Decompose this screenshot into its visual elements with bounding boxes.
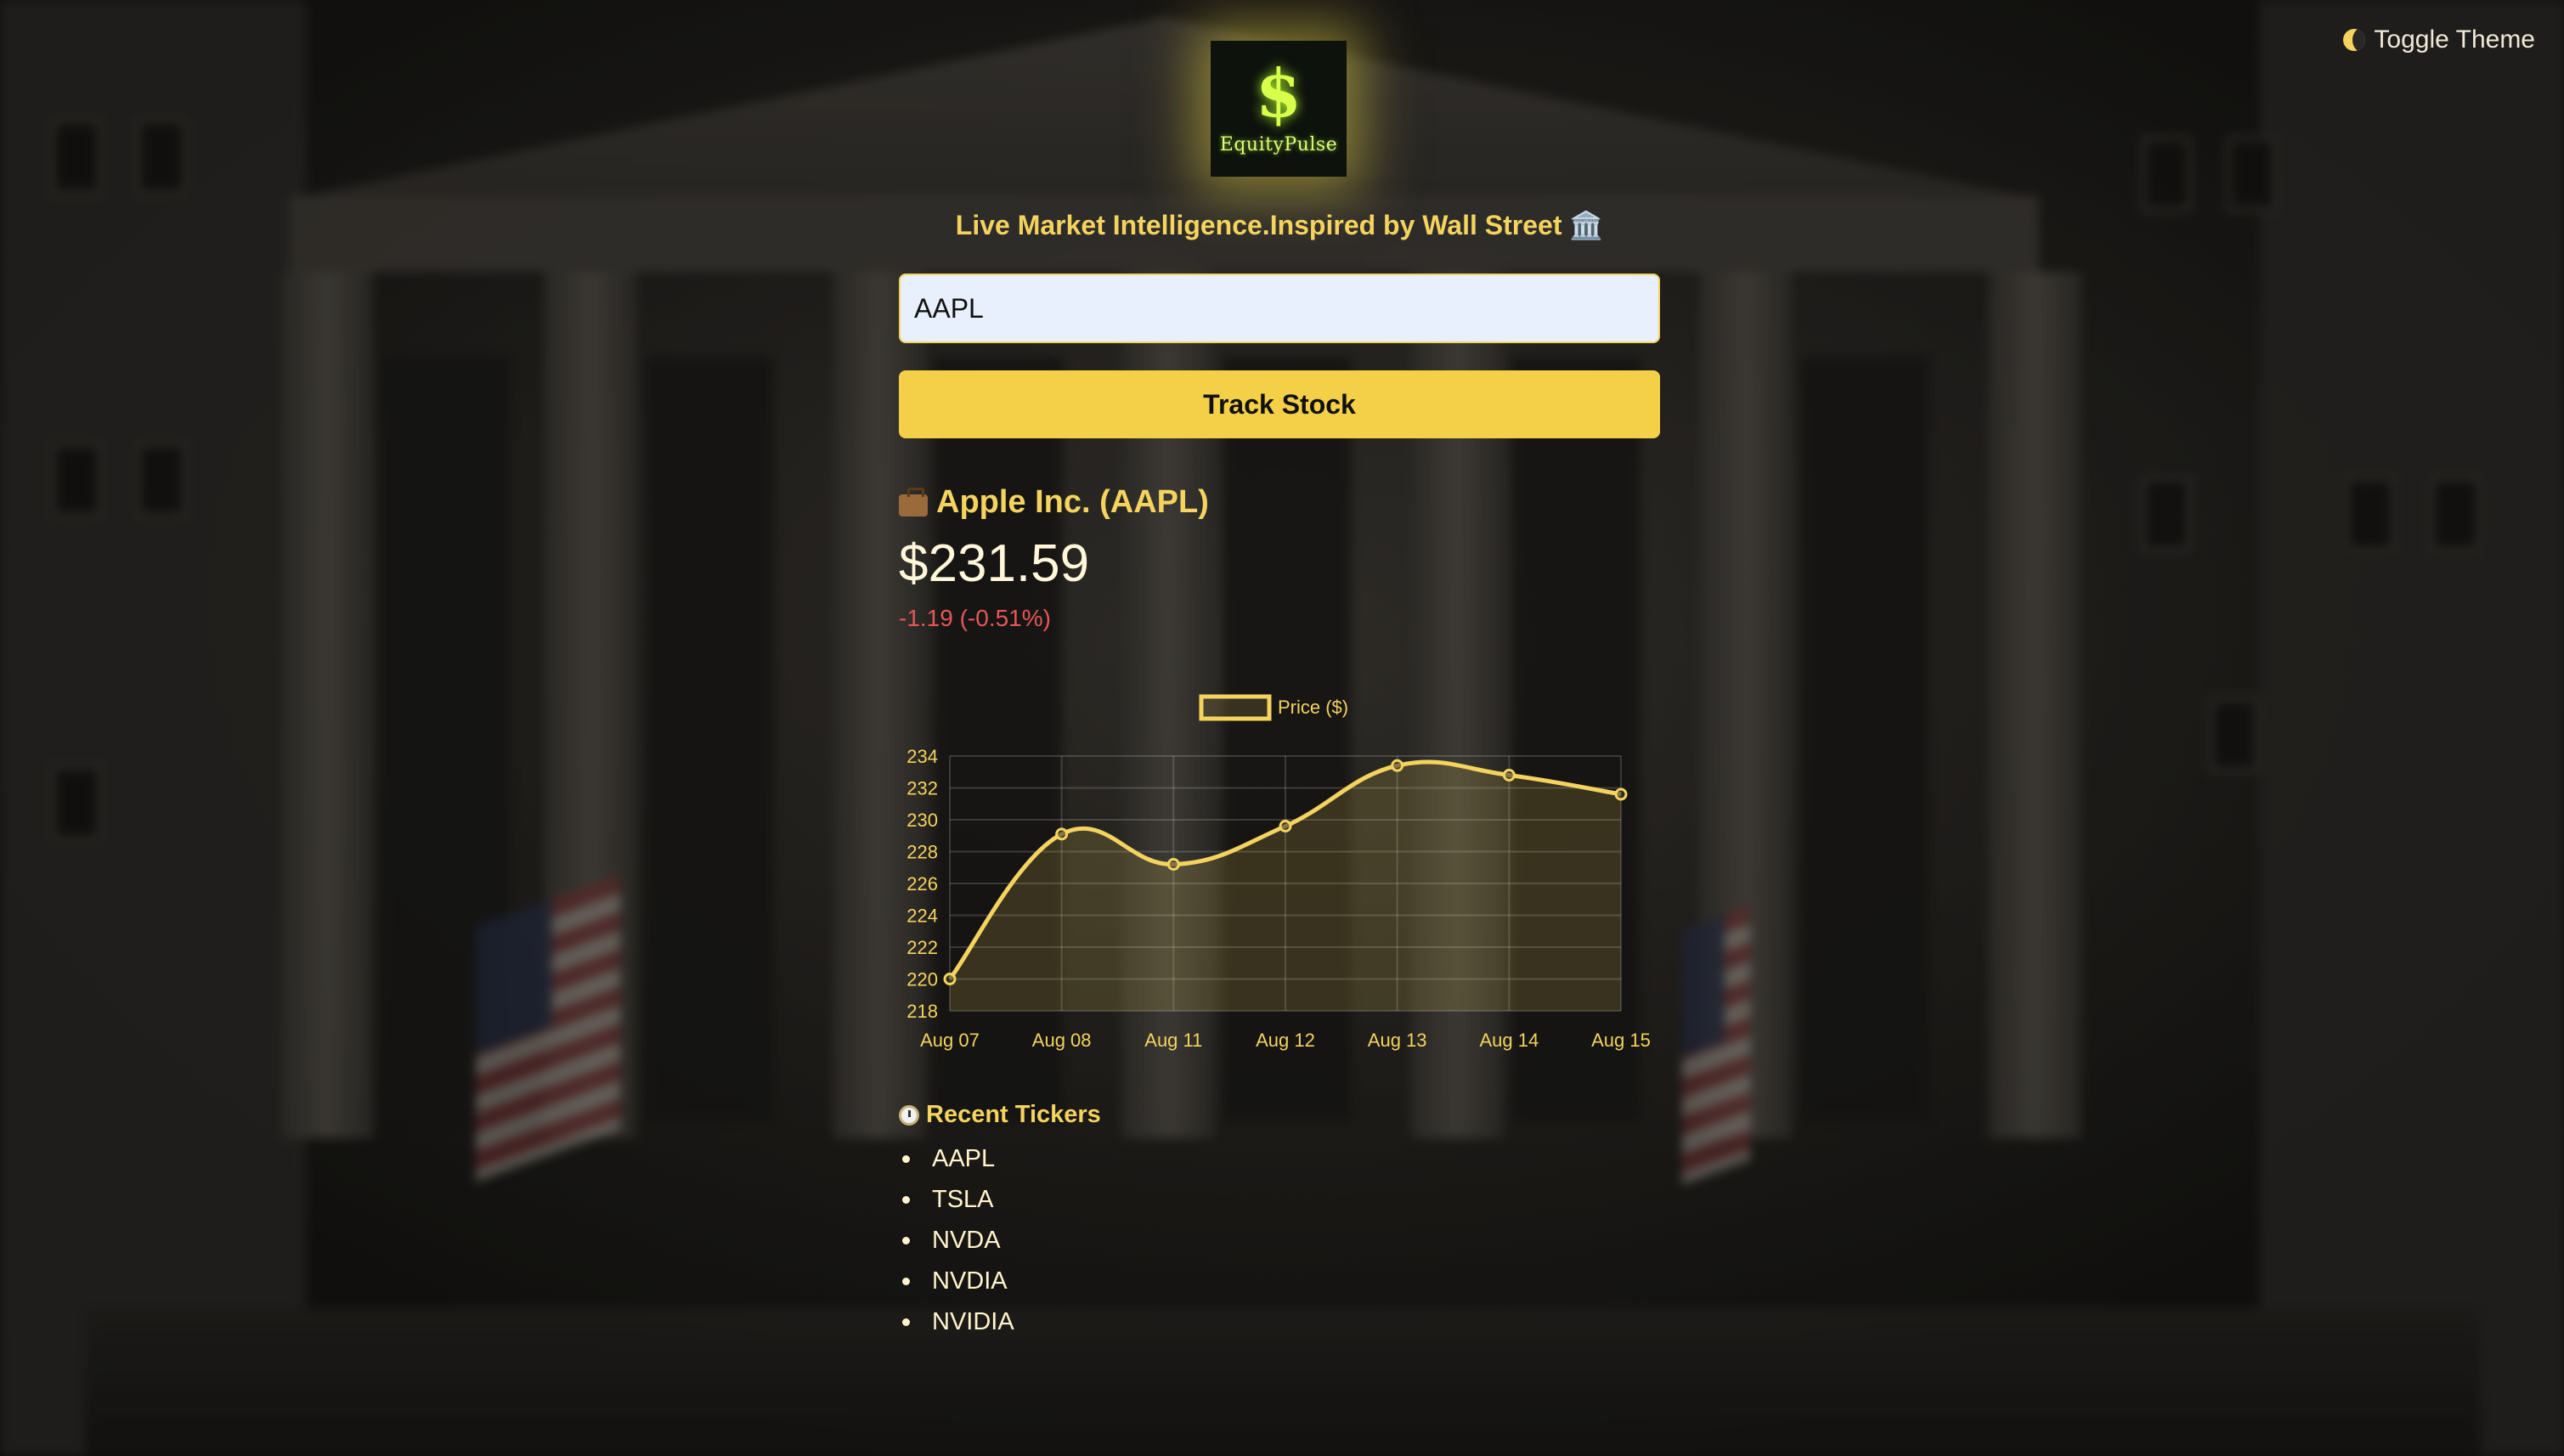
data-point xyxy=(1166,858,1180,871)
y-tick-label: 226 xyxy=(906,873,938,894)
y-tick-label: 234 xyxy=(906,746,938,767)
y-tick-label: 230 xyxy=(906,810,938,831)
y-tick-label: 224 xyxy=(906,906,938,927)
x-tick-label: Aug 12 xyxy=(1256,1030,1315,1051)
x-tick-label: Aug 11 xyxy=(1144,1030,1202,1051)
stock-price: $231.59 xyxy=(899,534,1090,593)
dollar-icon: $ xyxy=(1255,54,1302,133)
tagline: Live Market Intelligence.Inspired by Wal… xyxy=(955,210,1604,240)
recent-tickers-list: AAPL TSLA NVDA NVDIA NVIDIA xyxy=(899,1138,1014,1342)
x-tick-label: Aug 08 xyxy=(1032,1030,1092,1051)
track-stock-button[interactable]: Track Stock xyxy=(899,370,1660,438)
y-tick-label: 232 xyxy=(906,778,938,799)
data-point xyxy=(943,973,957,985)
data-point xyxy=(1055,827,1069,841)
data-point xyxy=(1279,820,1292,832)
price-change: -1.19 (-0.51%) xyxy=(899,605,1051,631)
price-chart[interactable]: Price ($) 218 220 222 224 226 228 230 232 234 Aug … xyxy=(899,680,1663,1062)
x-tick-label: Aug 14 xyxy=(1479,1030,1539,1051)
y-tick-label: 220 xyxy=(906,969,938,990)
data-point xyxy=(1502,769,1516,782)
recent-ticker-item[interactable]: TSLA xyxy=(899,1179,1014,1220)
company-heading: Apple Inc. (AAPL) xyxy=(899,484,1209,521)
y-tick-label: 222 xyxy=(906,937,938,958)
x-tick-label: Aug 13 xyxy=(1368,1030,1427,1051)
company-name: Apple Inc. (AAPL) xyxy=(936,484,1209,520)
recent-ticker-item[interactable]: NVDA xyxy=(899,1220,1014,1261)
y-tick-label: 228 xyxy=(906,842,938,863)
recent-tickers-title: Recent Tickers xyxy=(926,1101,1101,1128)
app-logo: $ EquityPulse xyxy=(1211,41,1347,177)
recent-tickers-heading: Recent Tickers xyxy=(899,1101,1101,1129)
clock-icon xyxy=(899,1104,919,1126)
recent-ticker-item[interactable]: NVDIA xyxy=(899,1261,1014,1301)
toggle-theme-label: Toggle Theme xyxy=(2374,25,2535,54)
x-tick-label: Aug 15 xyxy=(1591,1030,1651,1051)
recent-ticker-item[interactable]: NVIDIA xyxy=(899,1301,1014,1342)
data-point xyxy=(1614,787,1628,801)
y-tick-label: 218 xyxy=(906,1001,938,1022)
legend-swatch xyxy=(1199,694,1272,721)
logo-wordmark: EquityPulse xyxy=(1219,133,1338,155)
recent-ticker-item[interactable]: AAPL xyxy=(899,1138,1014,1179)
data-point xyxy=(1391,759,1404,772)
moon-icon xyxy=(2343,29,2366,51)
toggle-theme-button[interactable]: Toggle Theme xyxy=(2343,25,2535,54)
briefcase-icon xyxy=(899,487,928,516)
legend-label: Price ($) xyxy=(1278,697,1348,718)
ticker-search-input[interactable] xyxy=(899,274,1660,343)
x-tick-label: Aug 07 xyxy=(920,1030,980,1051)
